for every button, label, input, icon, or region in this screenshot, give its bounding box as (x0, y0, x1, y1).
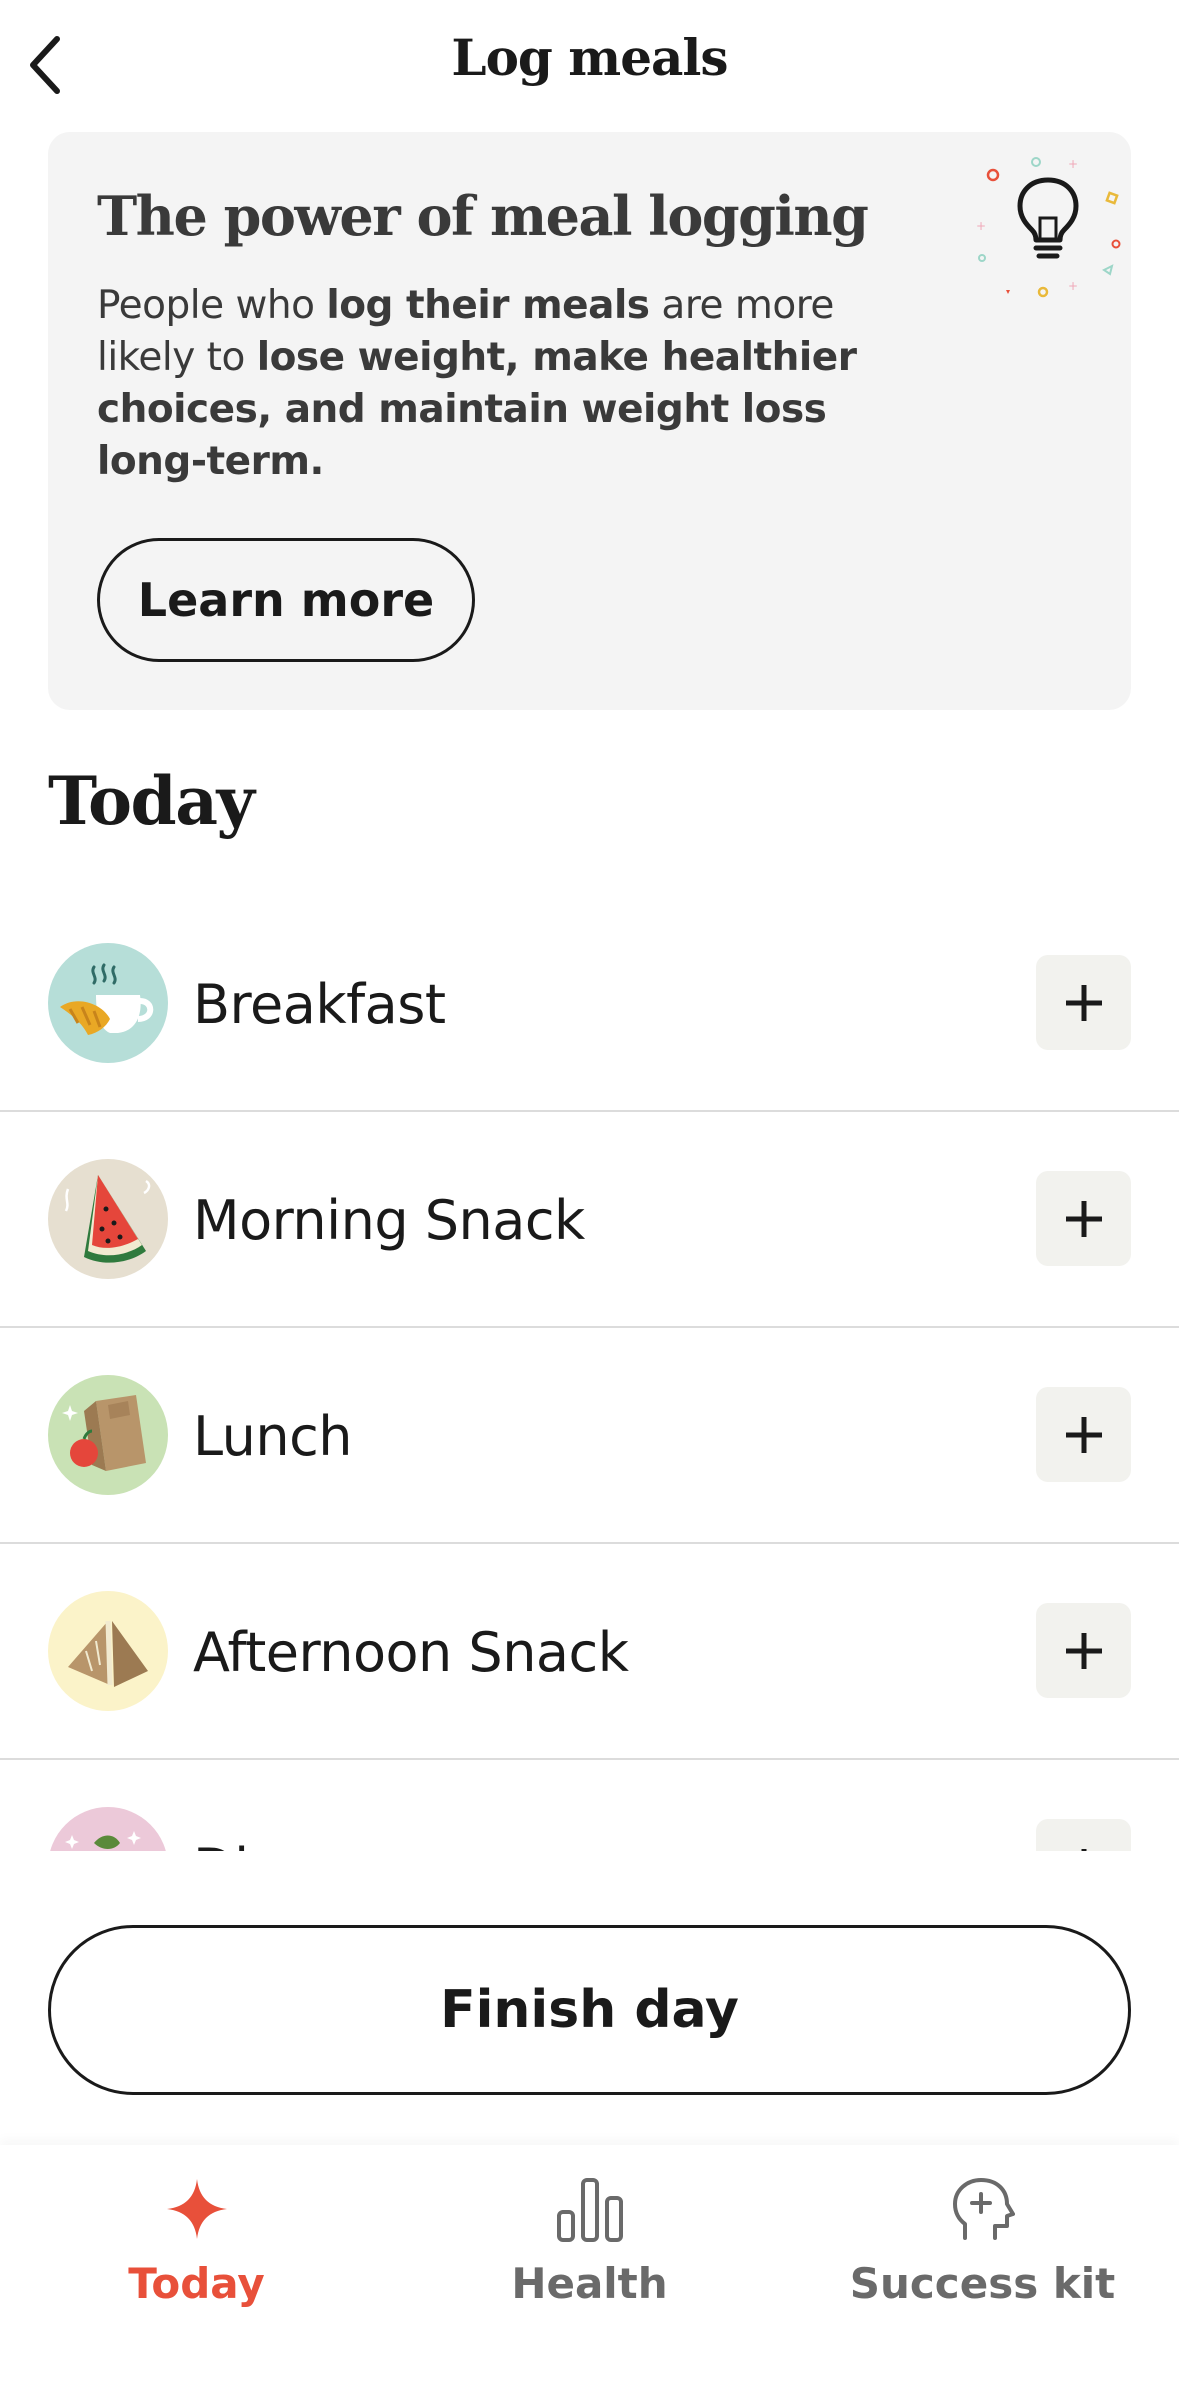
add-morning-snack-button[interactable] (1036, 1171, 1131, 1266)
meal-row-dinner[interactable]: Dinner (0, 1760, 1179, 1851)
svg-text:+: + (976, 219, 986, 233)
meal-row-afternoon-snack[interactable]: Afternoon Snack (0, 1544, 1179, 1760)
tab-health[interactable]: Health (393, 2169, 786, 2369)
add-dinner-button[interactable] (1036, 1819, 1131, 1851)
meal-label: Breakfast (193, 973, 446, 1036)
header: Log meals (0, 0, 1179, 130)
svg-text:+: + (1068, 157, 1078, 171)
meal-row-lunch[interactable]: Lunch (0, 1328, 1179, 1544)
meal-label: Dinner (193, 1837, 371, 1851)
tab-label: Health (511, 2259, 668, 2308)
promo-title: The power of meal logging (97, 184, 869, 248)
plus-icon (1065, 1632, 1102, 1669)
tab-success-kit[interactable]: Success kit (786, 2169, 1179, 2369)
lunch-bag-icon (48, 1375, 168, 1495)
meal-label: Lunch (193, 1405, 353, 1468)
svg-text:+: + (1068, 279, 1078, 293)
plus-icon (1065, 1200, 1102, 1237)
tab-label: Success kit (849, 2259, 1116, 2308)
add-afternoon-snack-button[interactable] (1036, 1603, 1131, 1698)
meal-row-breakfast[interactable]: Breakfast (0, 896, 1179, 1112)
plus-icon (1065, 1416, 1102, 1453)
croissant-coffee-icon (48, 943, 168, 1063)
plus-icon (1081, 1848, 1086, 1851)
meal-list[interactable]: Breakfast Morning Snack Lunch Afternoon … (0, 896, 1179, 1851)
tab-today[interactable]: Today (0, 2169, 393, 2369)
learn-more-button[interactable]: Learn more (97, 538, 475, 662)
promo-body-text: People who (97, 283, 327, 328)
watermelon-icon (48, 1159, 168, 1279)
meal-label: Morning Snack (193, 1189, 585, 1252)
bottom-tab-bar: Today Health Success kit (0, 2145, 1179, 2396)
sparkle-icon (152, 2169, 242, 2249)
promo-body: People who log their meals are more like… (97, 280, 897, 488)
section-title: Today (48, 762, 255, 840)
lightbulb-icon: + + + (976, 157, 1121, 298)
add-lunch-button[interactable] (1036, 1387, 1131, 1482)
plus-icon (1065, 984, 1102, 1021)
meal-label: Afternoon Snack (193, 1621, 629, 1684)
meal-row-morning-snack[interactable]: Morning Snack (0, 1112, 1179, 1328)
promo-card: The power of meal logging People who log… (48, 132, 1131, 710)
head-plus-icon (938, 2169, 1028, 2249)
tab-label: Today (128, 2259, 265, 2308)
promo-body-emphasis: log their meals (326, 283, 650, 328)
bar-chart-icon (545, 2169, 635, 2249)
dinner-icon (48, 1807, 168, 1851)
finish-day-button[interactable]: Finish day (48, 1925, 1131, 2095)
sandwich-icon (48, 1591, 168, 1711)
add-breakfast-button[interactable] (1036, 955, 1131, 1050)
page-title: Log meals (451, 28, 728, 87)
